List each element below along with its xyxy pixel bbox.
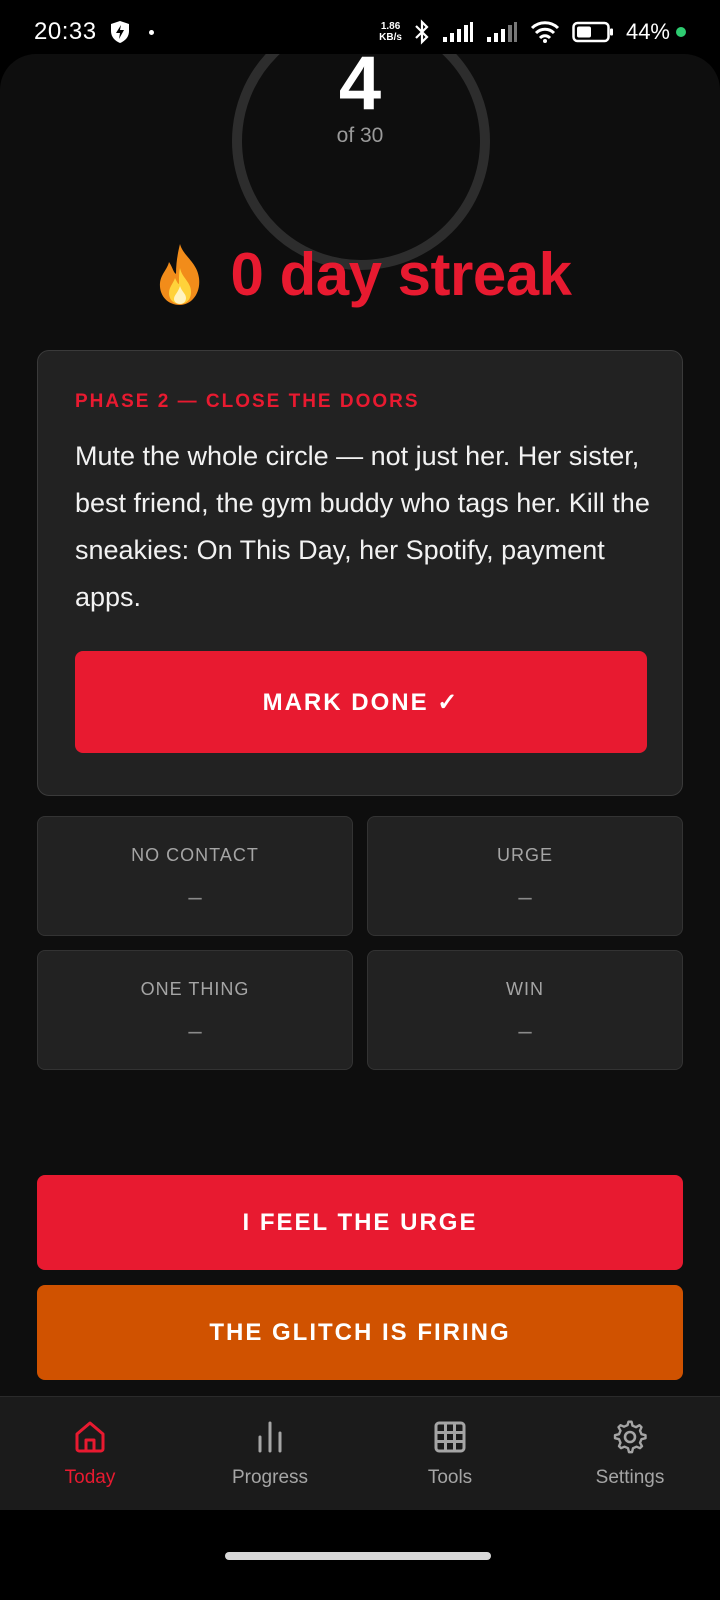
signal-icon-2 (486, 22, 517, 42)
nav-label: Settings (595, 1467, 665, 1488)
nav-label: Today (64, 1467, 116, 1488)
shield-bolt-icon (110, 21, 129, 43)
stat-label: URGE (496, 845, 553, 865)
bluetooth-icon (415, 19, 429, 45)
mark-done-button[interactable]: MARK DONE ✓ (75, 651, 647, 753)
phase-card: PHASE 2 — CLOSE THE DOORS Mute the whole… (37, 350, 683, 796)
phase-label: PHASE 2 — CLOSE THE DOORS (75, 391, 420, 412)
nav-item-settings[interactable]: Settings (540, 1397, 720, 1510)
nav-label: Tools (427, 1467, 473, 1488)
stat-value: – (188, 884, 202, 911)
screen: 20:33 1.86 KB/s 44% 4 of 30 0 day streak… (0, 0, 720, 1600)
status-left: 20:33 (34, 18, 154, 46)
battery-icon (572, 21, 613, 43)
streak-row: 0 day streak (0, 240, 720, 309)
home-indicator[interactable] (225, 1552, 491, 1560)
stat-label: WIN (506, 979, 544, 999)
stat-value: – (518, 1018, 532, 1045)
feel-urge-button[interactable]: I FEEL THE URGE (37, 1175, 683, 1270)
wifi-icon (530, 21, 560, 43)
nav-label: Progress (231, 1467, 309, 1488)
app-surface: 4 of 30 0 day streak PHASE 2 — CLOSE THE… (0, 54, 720, 1510)
status-time: 20:33 (34, 18, 97, 45)
nav-item-today[interactable]: Today (0, 1397, 180, 1510)
stat-value: – (188, 1018, 202, 1045)
stat-label: NO CONTACT (131, 845, 259, 865)
bottom-nav: Today Progress Tools Settings (0, 1396, 720, 1510)
nav-item-tools[interactable]: Tools (360, 1397, 540, 1510)
gear-icon (613, 1420, 647, 1454)
nav-item-progress[interactable]: Progress (180, 1397, 360, 1510)
status-right: 1.86 KB/s 44% (379, 19, 686, 45)
stat-label: ONE THING (140, 979, 250, 999)
day-number: 4 (338, 54, 382, 114)
home-icon (75, 1421, 105, 1453)
net-speed: 1.86 KB/s (379, 21, 402, 43)
net-speed-value: 1.86 (380, 21, 401, 32)
streak-text: 0 day streak (230, 241, 572, 308)
charging-dot (676, 27, 686, 37)
phase-instruction: Mute the whole circle — not just her. He… (75, 441, 650, 612)
battery-percent: 44% (625, 19, 670, 44)
stat-value: – (518, 884, 532, 911)
glitch-firing-button[interactable]: THE GLITCH IS FIRING (37, 1285, 683, 1380)
net-speed-unit: KB/s (379, 32, 402, 43)
day-of-total: of 30 (336, 124, 384, 147)
stat-win[interactable]: WIN – (367, 950, 683, 1070)
stat-no-contact[interactable]: NO CONTACT – (37, 816, 353, 936)
signal-icon (442, 22, 473, 42)
stat-one-thing[interactable]: ONE THING – (37, 950, 353, 1070)
bar-chart-icon (258, 1421, 282, 1453)
notification-dot (148, 29, 154, 35)
fire-icon (159, 243, 199, 305)
grid-icon (434, 1421, 466, 1453)
stat-urge[interactable]: URGE – (367, 816, 683, 936)
